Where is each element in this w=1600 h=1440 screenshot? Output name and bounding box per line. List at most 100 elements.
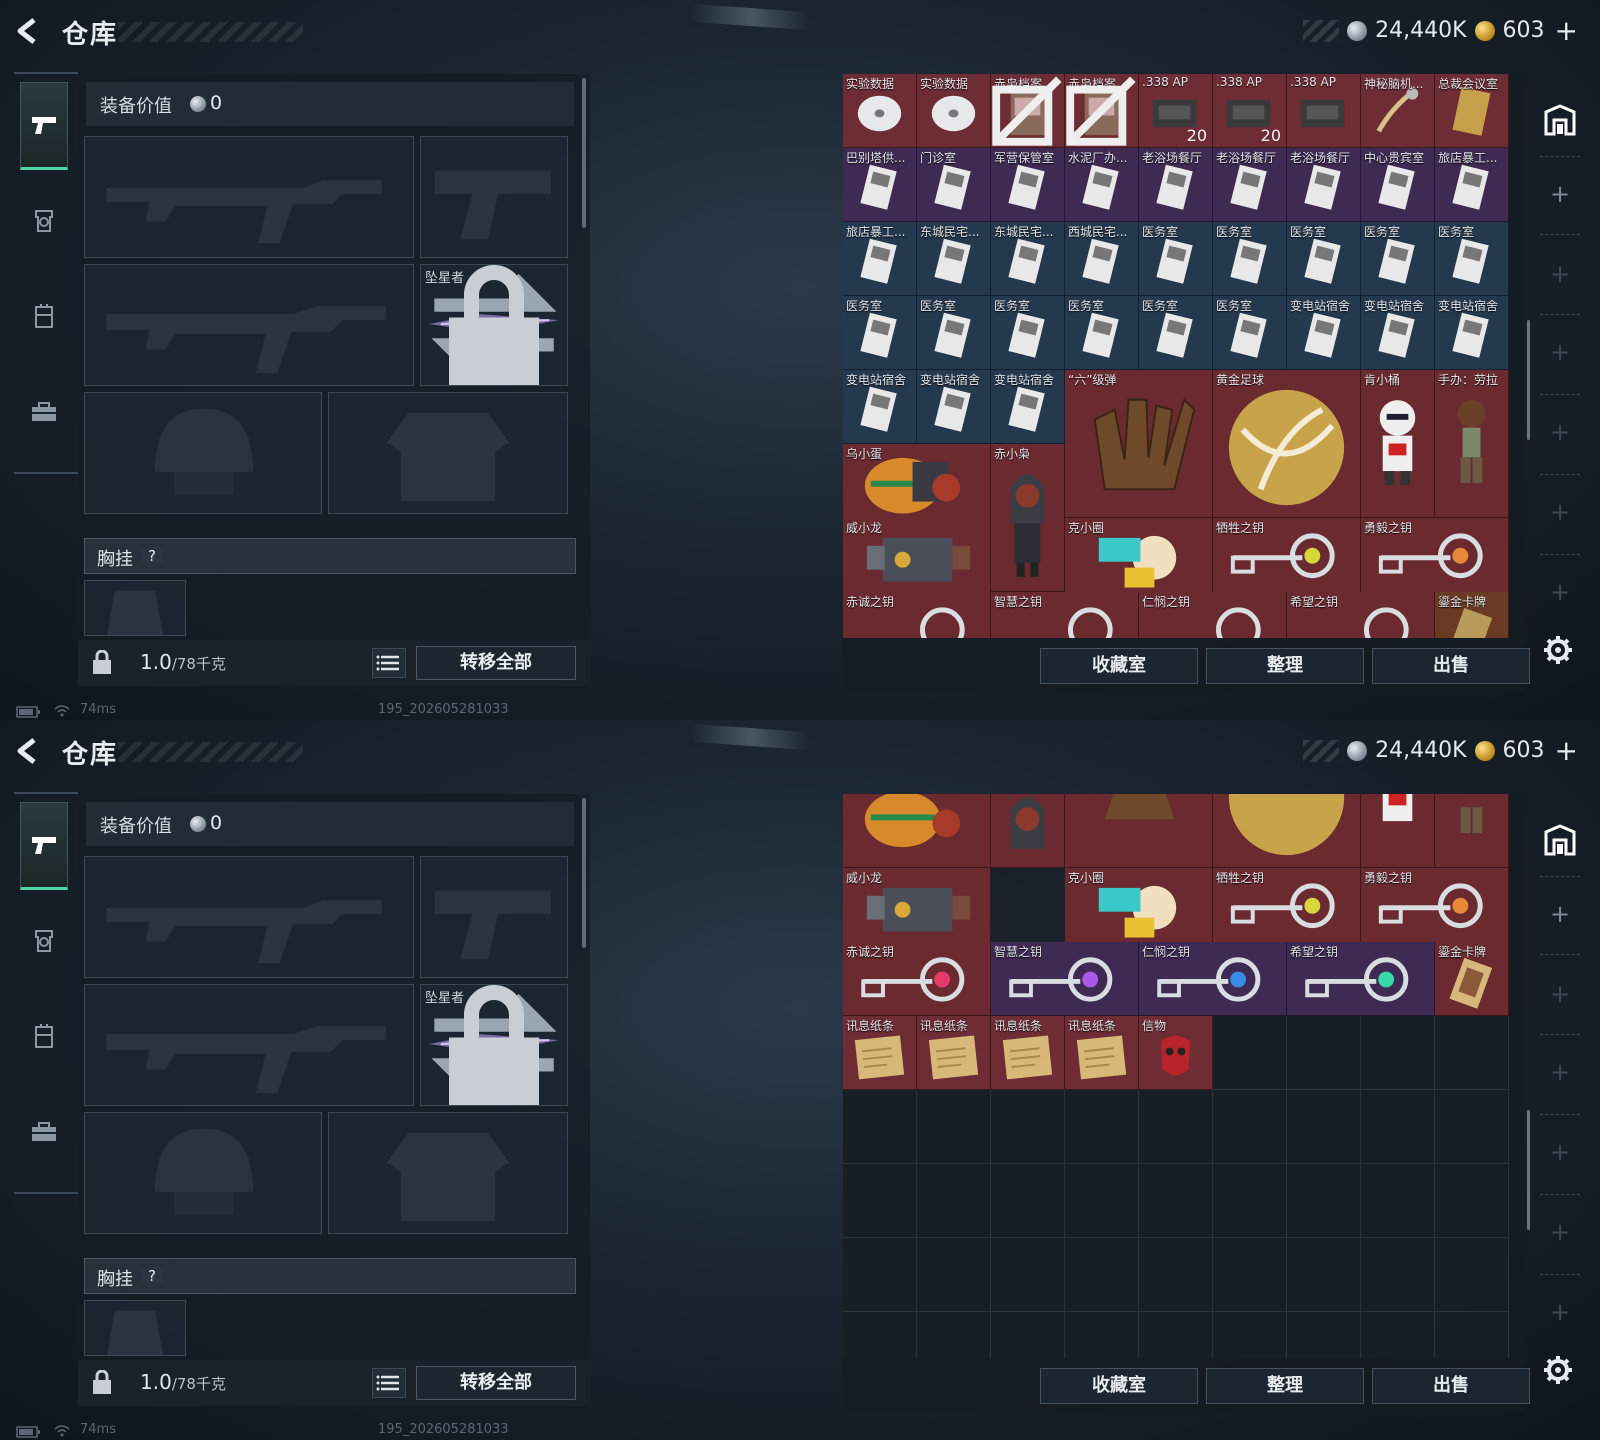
empty-slot[interactable] bbox=[1213, 1090, 1287, 1164]
sell-button[interactable]: 出售 bbox=[1372, 648, 1530, 684]
nav-tab-weapons[interactable] bbox=[20, 802, 68, 890]
stash-item[interactable]: 医务室 bbox=[1213, 296, 1287, 370]
empty-slot[interactable] bbox=[1435, 1238, 1509, 1312]
empty-slot[interactable] bbox=[1139, 1164, 1213, 1238]
stash-item[interactable]: 总裁会议室 bbox=[1435, 74, 1509, 148]
equipment-scrollbar[interactable] bbox=[582, 798, 586, 948]
back-arrow-icon[interactable] bbox=[14, 736, 44, 766]
sidearm-slot[interactable] bbox=[420, 136, 568, 258]
stash-item[interactable]: .338 AP bbox=[1287, 74, 1361, 148]
stash-item[interactable]: 医务室 bbox=[1361, 222, 1435, 296]
nav-tab-weapons[interactable] bbox=[20, 82, 68, 170]
add-currency-button[interactable]: + bbox=[1555, 14, 1578, 47]
list-view-button[interactable] bbox=[372, 648, 406, 678]
empty-slot[interactable] bbox=[1287, 1312, 1361, 1358]
stash-item[interactable]: 实验数据 bbox=[917, 74, 991, 148]
empty-slot[interactable] bbox=[1213, 1164, 1287, 1238]
collection-button[interactable]: 收藏室 bbox=[1040, 1368, 1198, 1404]
add-stash-button[interactable]: + bbox=[1550, 180, 1570, 208]
primary-weapon-slot[interactable] bbox=[84, 136, 414, 258]
empty-slot[interactable] bbox=[1361, 1312, 1435, 1358]
empty-slot[interactable] bbox=[991, 1090, 1065, 1164]
stash-item[interactable]: 神秘脑机... bbox=[1361, 74, 1435, 148]
sort-button[interactable]: 整理 bbox=[1206, 648, 1364, 684]
stash-item[interactable]: 讯息纸条 bbox=[991, 1016, 1065, 1090]
empty-slot[interactable] bbox=[917, 1090, 991, 1164]
empty-slot[interactable] bbox=[1139, 1238, 1213, 1312]
stash-item[interactable]: 变电站宿舍 bbox=[1287, 296, 1361, 370]
stash-item[interactable]: 医务室 bbox=[917, 296, 991, 370]
stash-item[interactable] bbox=[843, 794, 991, 868]
stash-item[interactable]: 讯息纸条 bbox=[843, 1016, 917, 1090]
stash-item[interactable]: 希望之钥 bbox=[1287, 942, 1435, 1016]
stash-item[interactable]: 仁悯之钥 bbox=[1139, 592, 1287, 638]
empty-slot[interactable] bbox=[1435, 1090, 1509, 1164]
nav-tab-helmet[interactable] bbox=[20, 896, 68, 984]
stash-item[interactable]: 信物 bbox=[1139, 1016, 1213, 1090]
list-view-button[interactable] bbox=[372, 1368, 406, 1398]
empty-slot[interactable] bbox=[991, 1238, 1065, 1312]
sort-button[interactable]: 整理 bbox=[1206, 1368, 1364, 1404]
stash-item[interactable]: 赤小枭 bbox=[991, 444, 1065, 592]
empty-slot[interactable] bbox=[1361, 1164, 1435, 1238]
armor-slot[interactable] bbox=[328, 392, 568, 514]
stash-item[interactable]: 水泥厂办... bbox=[1065, 148, 1139, 222]
empty-slot[interactable] bbox=[917, 1312, 991, 1358]
add-stash-button[interactable]: + bbox=[1550, 1058, 1570, 1086]
stash-item[interactable]: 医务室 bbox=[843, 296, 917, 370]
helmet-slot[interactable] bbox=[84, 1112, 322, 1234]
empty-slot[interactable] bbox=[917, 1238, 991, 1312]
stash-item[interactable]: 医务室 bbox=[991, 296, 1065, 370]
add-stash-button[interactable]: + bbox=[1550, 1218, 1570, 1246]
add-stash-button[interactable]: + bbox=[1550, 260, 1570, 288]
stash-item[interactable]: 讯息纸条 bbox=[1065, 1016, 1139, 1090]
armor-slot[interactable] bbox=[328, 1112, 568, 1234]
stash-item[interactable]: 变电站宿舍 bbox=[917, 370, 991, 444]
stash-item[interactable]: 老浴场餐厅 bbox=[1287, 148, 1361, 222]
melee-slot[interactable]: 坠星者 bbox=[420, 984, 568, 1106]
empty-slot[interactable] bbox=[1435, 1312, 1509, 1358]
warehouse-icon[interactable] bbox=[1542, 102, 1578, 138]
stash-item[interactable]: 旅店暴工... bbox=[1435, 148, 1509, 222]
stash-item[interactable]: 赤诚之钥 bbox=[843, 592, 991, 638]
help-icon[interactable]: ? bbox=[141, 1265, 163, 1287]
stash-item[interactable]: 智慧之钥 bbox=[991, 592, 1139, 638]
add-stash-button[interactable]: + bbox=[1550, 900, 1570, 928]
add-stash-button[interactable]: + bbox=[1550, 980, 1570, 1008]
stash-item[interactable]: 变电站宿舍 bbox=[843, 370, 917, 444]
stash-item[interactable]: 仁悯之钥 bbox=[1139, 942, 1287, 1016]
collection-button[interactable]: 收藏室 bbox=[1040, 648, 1198, 684]
stash-item[interactable]: 军营保管室 bbox=[991, 148, 1065, 222]
empty-slot[interactable] bbox=[1287, 1238, 1361, 1312]
stash-item[interactable]: 智慧之钥 bbox=[991, 942, 1139, 1016]
add-stash-button[interactable]: + bbox=[1550, 1138, 1570, 1166]
backpack-lock-icon[interactable] bbox=[90, 650, 114, 676]
empty-slot[interactable] bbox=[1213, 1016, 1287, 1090]
transfer-all-button[interactable]: 转移全部 bbox=[416, 646, 576, 680]
stash-item[interactable]: .338 AP 20 bbox=[1139, 74, 1213, 148]
stash-item[interactable] bbox=[1435, 794, 1509, 868]
empty-slot[interactable] bbox=[843, 1090, 917, 1164]
empty-slot[interactable] bbox=[1287, 1164, 1361, 1238]
stash-item[interactable] bbox=[991, 794, 1065, 868]
empty-slot[interactable] bbox=[1139, 1312, 1213, 1358]
stash-item[interactable] bbox=[1213, 794, 1361, 868]
stash-item[interactable]: 变电站宿舍 bbox=[1435, 296, 1509, 370]
add-stash-button[interactable]: + bbox=[1550, 578, 1570, 606]
stash-item[interactable]: 肯小桶 bbox=[1361, 370, 1435, 518]
stash-item[interactable]: 旅店暴工... bbox=[843, 222, 917, 296]
nav-tab-vest[interactable] bbox=[20, 992, 68, 1080]
chest-rig-slot[interactable] bbox=[84, 580, 186, 636]
chest-rig-slot[interactable] bbox=[84, 1300, 186, 1356]
empty-slot[interactable] bbox=[1287, 1090, 1361, 1164]
melee-slot[interactable]: 坠星者 bbox=[420, 264, 568, 386]
empty-slot[interactable] bbox=[1361, 1016, 1435, 1090]
empty-slot[interactable] bbox=[917, 1164, 991, 1238]
empty-slot[interactable] bbox=[1361, 1238, 1435, 1312]
stash-item[interactable]: 东城民宅... bbox=[991, 222, 1065, 296]
nav-tab-gear[interactable] bbox=[20, 368, 68, 456]
empty-slot[interactable] bbox=[1139, 1090, 1213, 1164]
stash-item[interactable]: 赤枭档案 bbox=[991, 74, 1065, 148]
nav-tab-gear[interactable] bbox=[20, 1088, 68, 1176]
stash-item[interactable]: 赤诚之钥 bbox=[843, 942, 991, 1016]
